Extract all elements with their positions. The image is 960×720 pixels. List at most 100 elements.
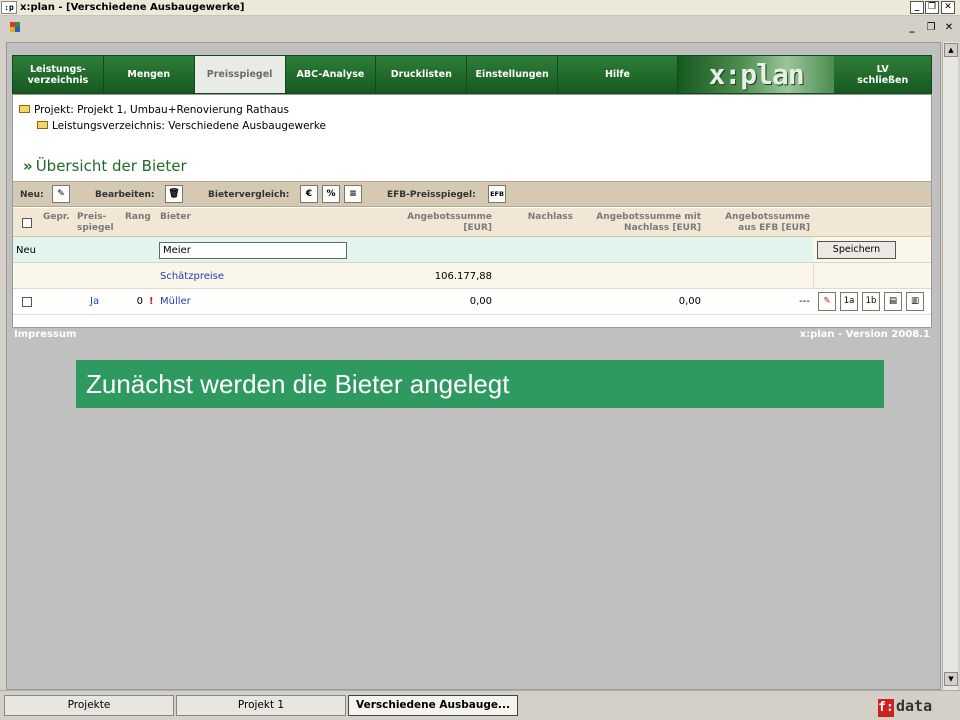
percent-compare-button[interactable]: % <box>322 185 340 203</box>
estimate-link[interactable]: Schätzpreise <box>160 271 224 282</box>
bidder-link[interactable]: Müller <box>160 296 191 307</box>
mdi-minimize-button[interactable]: _ <box>906 22 918 34</box>
trash-icon: 🗑 <box>168 189 180 199</box>
bidder-action-cell: ✎ 1a 1b ▤ ▥ <box>813 289 931 314</box>
table-row-estimate: Schätzpreise 106.177,88 <box>13 263 931 289</box>
page-title: » Übersicht der Bieter <box>23 157 187 175</box>
nav-tab-label: Preisspiegel <box>206 69 273 80</box>
folder-open-icon <box>37 121 48 129</box>
new-bidder-button[interactable]: ✎ <box>52 185 70 203</box>
task-verschiedene-ausbaugewerke[interactable]: Verschiedene Ausbauge... <box>348 695 518 716</box>
efb-a-button[interactable]: ▤ <box>884 292 902 311</box>
nav-tab-drucklisten[interactable]: Drucklisten <box>376 56 468 93</box>
col-angebot-l2: [EUR] <box>463 223 492 233</box>
new-label: Neu: <box>20 190 44 200</box>
col-preisspiegel-l1: Preis- <box>77 212 107 222</box>
col-mit-nachlass: Angebotssumme mit Nachlass [EUR] <box>573 212 701 234</box>
version-label: x:plan - Version 2008.1 <box>799 329 930 340</box>
row-checkbox[interactable] <box>22 297 32 307</box>
folder-open-icon <box>19 105 30 113</box>
bidder-efb-sum: --- <box>799 296 810 307</box>
rank-value: 0 <box>136 296 143 307</box>
vertical-scrollbar[interactable]: ▲ ▼ <box>942 42 958 690</box>
save-button[interactable]: Speichern <box>817 241 896 259</box>
nav-tab-label: Leistungs- <box>29 63 86 75</box>
bidder-sum: 0,00 <box>469 296 492 307</box>
nav-tab-label: ABC-Analyse <box>296 69 365 80</box>
nav-tab-hilfe[interactable]: Hilfe <box>558 56 678 93</box>
preisspiegel-toggle[interactable]: Ja <box>90 296 99 307</box>
close-window-button[interactable]: ✕ <box>941 1 955 14</box>
col-bieter: Bieter <box>160 212 191 222</box>
estimate-sum: 106.177,88 <box>434 271 492 282</box>
xplan-logo: x:plan <box>677 56 835 93</box>
scroll-up-button[interactable]: ▲ <box>944 43 958 57</box>
efb-button[interactable]: EFB <box>488 185 506 203</box>
breadcrumb-project[interactable]: Projekt: Projekt 1, Umbau+Renovierung Ra… <box>19 104 289 116</box>
col-preisspiegel: Preis-spiegel <box>77 212 114 234</box>
edit-bidder-button[interactable]: ✎ <box>818 292 836 311</box>
page-title-text: Übersicht der Bieter <box>35 157 187 175</box>
nav-tab-lv-schliessen[interactable]: LV schließen <box>834 56 931 93</box>
chart-icon: ▥ <box>910 296 920 306</box>
bidder-sum-discount: 0,00 <box>678 296 701 307</box>
col-mit-nachlass-l2: Nachlass [EUR] <box>624 223 701 233</box>
table-header: Gepr. Preis-spiegel Rang Bieter Angebots… <box>13 208 931 237</box>
impressum-link[interactable]: Impressum <box>14 329 76 340</box>
nav-tab-label: LV <box>876 63 889 75</box>
window-title: x:plan - [Verschiedene Ausbaugewerke] <box>20 2 245 13</box>
col-angebot-l1: Angebotssumme <box>407 212 492 222</box>
mdi-close-button[interactable]: ✕ <box>943 22 955 34</box>
form-1b-button[interactable]: 1b <box>862 292 880 311</box>
col-efb-l2: aus EFB [EUR] <box>738 223 810 233</box>
nav-tab-label: schließen <box>857 74 909 86</box>
bidder-name-input[interactable]: Meier <box>159 242 347 259</box>
list-compare-button[interactable]: ≡ <box>344 185 362 203</box>
euro-compare-button[interactable]: € <box>300 185 318 203</box>
document-icon <box>10 22 20 32</box>
col-nachlass: Nachlass <box>527 212 573 222</box>
form-1a-button[interactable]: 1a <box>840 292 858 311</box>
col-efb: Angebotssumme aus EFB [EUR] <box>703 212 810 234</box>
nav-tab-mengen[interactable]: Mengen <box>103 56 195 93</box>
col-preisspiegel-l2: spiegel <box>77 223 114 233</box>
nav-tab-abc-analyse[interactable]: ABC-Analyse <box>285 56 377 93</box>
efb-label: EFB-Preisspiegel: <box>387 190 476 200</box>
efb-chart-button[interactable]: ▥ <box>906 292 924 311</box>
task-projekt-1[interactable]: Projekt 1 <box>176 695 346 716</box>
double-chevron-icon: » <box>23 157 33 175</box>
breadcrumb-project-label: Projekt: Projekt 1, Umbau+Renovierung Ra… <box>34 104 289 116</box>
bidder-toolbar: Neu: ✎ Bearbeiten: 🗑 Bietervergleich: € … <box>13 181 931 207</box>
mdi-menu-strip: _ ❐ ✕ <box>0 17 960 41</box>
window-taskbar: Projekte Projekt 1 Verschiedene Ausbauge… <box>0 690 960 720</box>
mdi-restore-button[interactable]: ❐ <box>925 22 937 34</box>
document-a-icon: ▤ <box>888 296 898 306</box>
select-all-checkbox[interactable] <box>22 218 32 228</box>
scroll-down-button[interactable]: ▼ <box>944 672 958 686</box>
fdata-logo: f: data <box>878 696 933 717</box>
nav-tab-label: verzeichnis <box>27 74 89 86</box>
nav-tab-label: Hilfe <box>604 69 630 80</box>
brand-f: f: <box>878 699 894 717</box>
nav-tab-label: Einstellungen <box>475 69 549 80</box>
col-mit-nachlass-l1: Angebotssumme mit <box>596 212 701 222</box>
breadcrumb-lv-label: Leistungsverzeichnis: Verschiedene Ausba… <box>52 120 327 132</box>
nav-tab-preisspiegel[interactable]: Preisspiegel <box>194 56 286 93</box>
window-title-bar[interactable]: :p x:plan - [Verschiedene Ausbaugewerke]… <box>0 0 960 16</box>
nav-tab-leistungsverzeichnis[interactable]: Leistungs-verzeichnis <box>13 56 104 93</box>
edit-label: Bearbeiten: <box>95 190 155 200</box>
table-row-new: Neu Meier Speichern <box>13 237 931 263</box>
warning-icon: ! <box>149 296 154 307</box>
minimize-button[interactable]: _ <box>910 1 924 14</box>
restore-button[interactable]: ❐ <box>925 1 939 14</box>
col-angebotssumme: Angebotssumme [EUR] <box>373 212 492 234</box>
add-user-icon: ✎ <box>57 189 65 199</box>
nav-tab-einstellungen[interactable]: Einstellungen <box>467 56 559 93</box>
breadcrumb-lv[interactable]: Leistungsverzeichnis: Verschiedene Ausba… <box>37 120 326 132</box>
main-navigation: Leistungs-verzeichnis Mengen Preisspiege… <box>12 55 932 94</box>
delete-button[interactable]: 🗑 <box>165 185 183 203</box>
new-row-action-cell: Speichern <box>813 237 931 262</box>
brand-rest: data <box>896 697 933 715</box>
new-row-label: Neu <box>16 245 36 256</box>
task-projekte[interactable]: Projekte <box>4 695 174 716</box>
